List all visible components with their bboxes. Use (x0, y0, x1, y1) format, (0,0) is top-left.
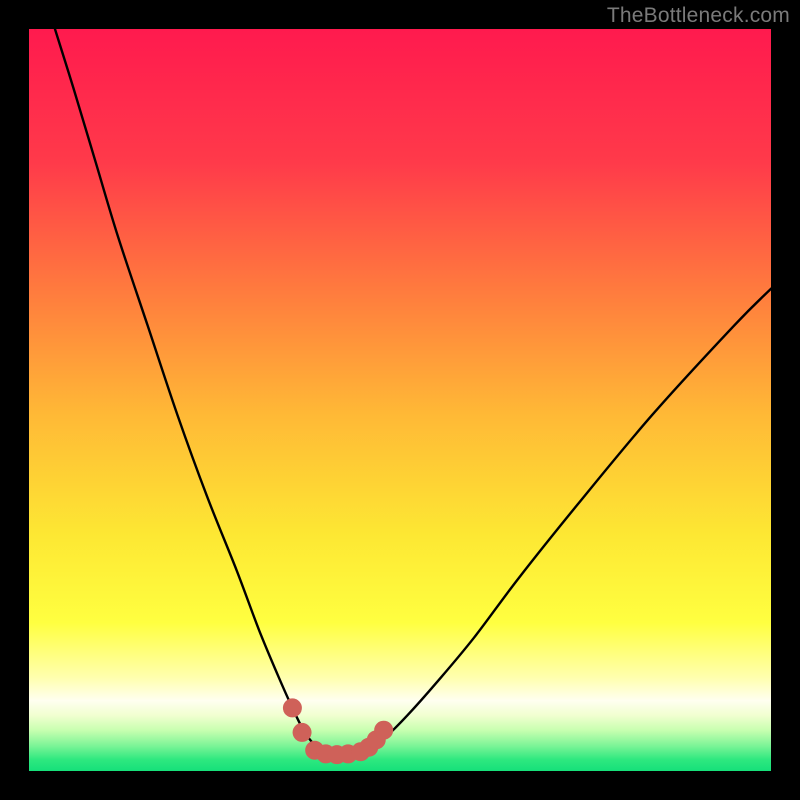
chart-stage: TheBottleneck.com (0, 0, 800, 800)
curve-marker (283, 698, 302, 717)
watermark-text: TheBottleneck.com (607, 4, 790, 28)
plot-area (29, 29, 771, 771)
curve-marker (374, 721, 393, 740)
bottleneck-curve (29, 29, 771, 771)
curve-marker (293, 723, 312, 742)
